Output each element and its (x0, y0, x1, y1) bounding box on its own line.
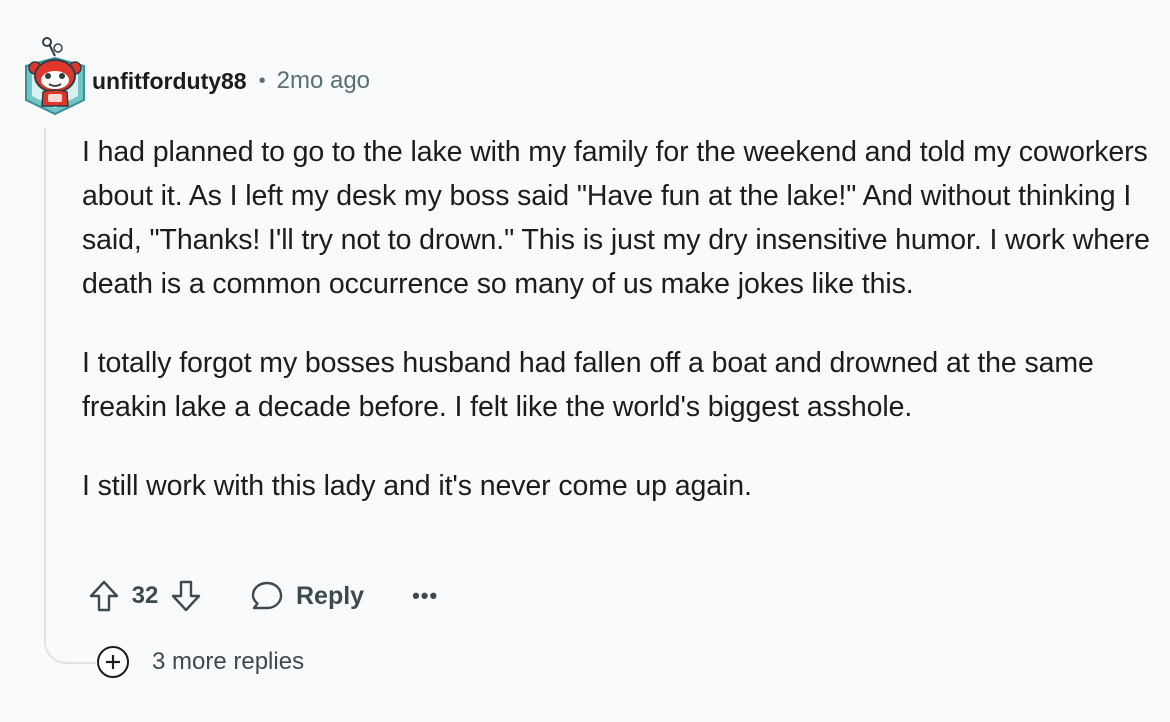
comment-paragraph: I totally forgot my bosses husband had f… (82, 347, 1094, 423)
downvote-button[interactable] (164, 574, 208, 618)
thread-line[interactable] (44, 128, 46, 632)
snoo-avatar-icon (25, 37, 85, 116)
speech-bubble-icon (251, 581, 283, 610)
username[interactable]: unfitforduty88 (92, 68, 247, 95)
avatar[interactable] (22, 36, 88, 116)
plus-circle-icon (97, 646, 129, 678)
separator-dot: • (258, 69, 266, 92)
more-options-button[interactable]: ••• (412, 583, 438, 609)
comment-header: unfitforduty88 • 2mo ago (92, 62, 370, 100)
timestamp[interactable]: 2mo ago (277, 67, 370, 95)
more-replies-label: 3 more replies (152, 648, 305, 675)
comment: unfitforduty88 • 2mo ago I had planned t… (0, 0, 1170, 722)
upvote-button[interactable] (82, 574, 126, 618)
vote-score: 32 (131, 582, 159, 609)
downvote-arrow-icon (171, 580, 201, 612)
comment-actions: 32 Reply ••• (82, 570, 438, 622)
comment-paragraph: I still work with this lady and it's nev… (82, 470, 752, 502)
upvote-arrow-icon (89, 580, 119, 612)
more-replies-button[interactable]: 3 more replies (96, 645, 304, 679)
reply-label: Reply (296, 581, 365, 610)
thread-connector (44, 622, 96, 664)
comment-paragraph: I had planned to go to the lake with my … (82, 136, 1150, 300)
comment-body: I had planned to go to the lake with my … (82, 130, 1168, 543)
reply-button[interactable]: Reply (250, 579, 364, 613)
